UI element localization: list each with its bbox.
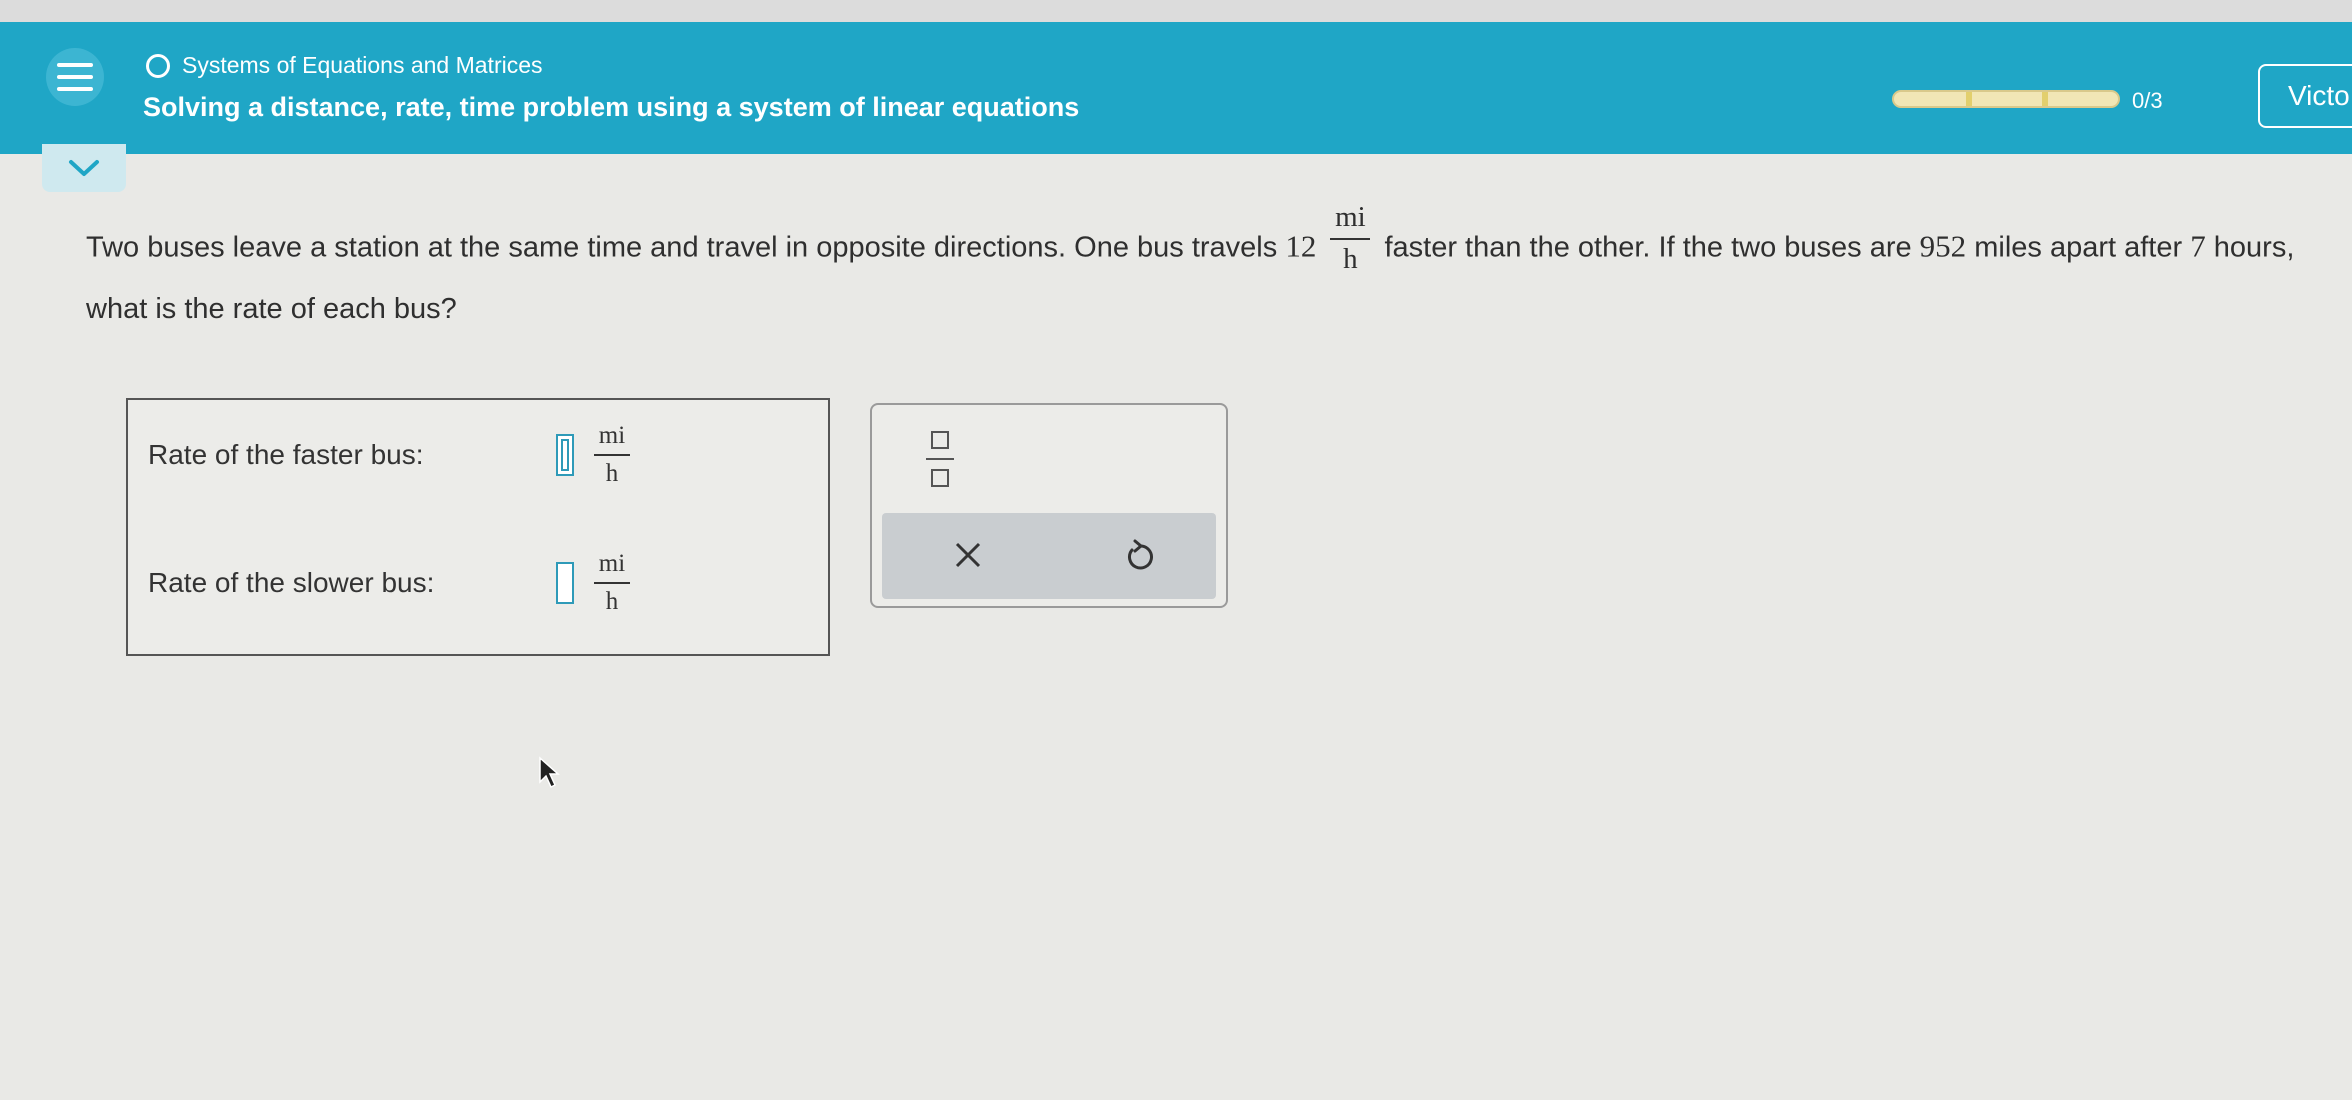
slower-bus-label: Rate of the slower bus:: [148, 566, 435, 598]
math-tools-panel: [870, 403, 1228, 608]
speed-unit-fraction: mi h: [1330, 201, 1371, 276]
menu-button[interactable]: [46, 48, 104, 106]
mouse-cursor-icon: [539, 756, 560, 789]
slower-bus-input[interactable]: [556, 561, 574, 604]
slower-unit-fraction: mi h: [594, 550, 630, 615]
undo-button[interactable]: [1118, 533, 1162, 577]
collapse-toggle[interactable]: [42, 144, 126, 192]
question-part: Two buses leave a station at the same ti…: [86, 231, 1278, 264]
topic-circle-icon: [146, 53, 170, 78]
unit-numerator: mi: [598, 422, 626, 449]
user-button[interactable]: Victo: [2258, 64, 2352, 128]
distance-value: 952: [1919, 228, 1967, 264]
fraction-template-icon: [931, 431, 949, 449]
fraction-line: [594, 581, 630, 584]
unit-denominator: h: [605, 459, 619, 487]
undo-icon: [1128, 539, 1153, 570]
faster-bus-label: Rate of the faster bus:: [148, 438, 424, 470]
topic-line: Systems of Equations and Matrices: [146, 52, 543, 79]
unit-numerator: mi: [598, 550, 626, 577]
browser-top-strip: [0, 0, 2352, 22]
fraction-line: [594, 453, 630, 456]
lesson-title: Solving a distance, rate, time problem u…: [143, 92, 1080, 122]
speed-difference-value: 12: [1285, 228, 1317, 264]
faster-unit-fraction: mi h: [594, 422, 630, 487]
answer-row-slower: Rate of the slower bus: mi h: [148, 550, 636, 615]
hours-value: 7: [2190, 228, 2206, 264]
fraction-template-button[interactable]: [922, 431, 958, 487]
unit-numerator: mi: [1335, 201, 1366, 233]
fraction-template-icon: [931, 469, 949, 487]
clear-button[interactable]: [946, 533, 990, 577]
answer-box: Rate of the faster bus: mi h Rate of the…: [126, 398, 830, 656]
progress-segment-divider: [1966, 92, 1972, 106]
progress-bar: [1892, 90, 2120, 108]
menu-icon-bar: [57, 75, 93, 79]
progress-count: 0/3: [2132, 88, 2163, 113]
fraction-template-icon: [926, 458, 954, 460]
chevron-down-icon: [69, 160, 99, 176]
topic-label: Systems of Equations and Matrices: [182, 52, 543, 78]
question-part: miles apart after: [1974, 231, 2183, 264]
unit-denominator: h: [605, 587, 619, 615]
close-icon: [955, 542, 981, 568]
fraction-line: [1330, 237, 1371, 240]
answer-row-faster: Rate of the faster bus: mi h: [148, 422, 636, 487]
progress-segment-divider: [2042, 92, 2048, 106]
menu-icon-bar: [57, 87, 93, 91]
header-bar: Systems of Equations and Matrices Solvin…: [0, 22, 2352, 154]
tools-action-bar: [882, 513, 1216, 599]
unit-denominator: h: [1343, 242, 1358, 275]
question-text: Two buses leave a station at the same ti…: [86, 201, 2336, 332]
menu-icon-bar: [57, 63, 93, 67]
question-part: faster than the other. If the two buses …: [1384, 231, 1912, 264]
faster-bus-input[interactable]: [556, 433, 574, 476]
